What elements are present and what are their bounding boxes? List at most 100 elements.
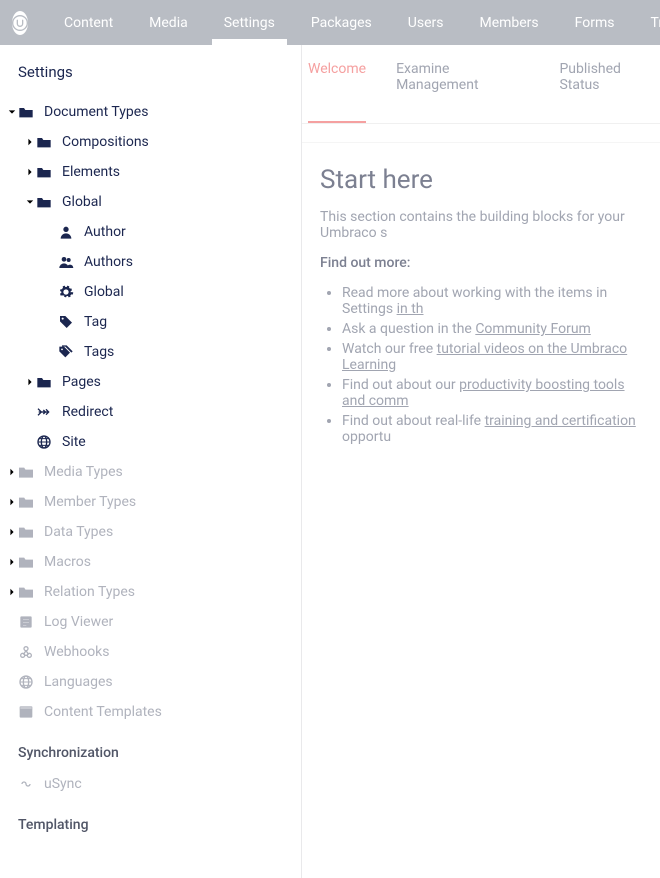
tree-item-webhooks[interactable]: Webhooks xyxy=(0,637,301,667)
folder-icon xyxy=(18,464,34,480)
tree-item-label: Relation Types xyxy=(44,584,135,600)
tree-item-macros[interactable]: Macros xyxy=(0,547,301,577)
caret-right-icon[interactable] xyxy=(8,588,16,596)
tree-item-content-templates[interactable]: Content Templates xyxy=(0,697,301,727)
tree-item-tags[interactable]: Tags xyxy=(0,337,301,367)
topnav-forms[interactable]: Forms xyxy=(557,0,633,45)
tree-item-label: Site xyxy=(62,434,86,450)
topnav-packages[interactable]: Packages xyxy=(293,0,390,45)
tree-item-label: Macros xyxy=(44,554,91,570)
welcome-panel: Start here This section contains the bui… xyxy=(302,142,660,471)
caret-right-icon[interactable] xyxy=(26,168,34,176)
caret-right-icon[interactable] xyxy=(8,498,16,506)
folder-icon xyxy=(18,524,34,540)
tree-item-member-types[interactable]: Member Types xyxy=(0,487,301,517)
tree-item-tag[interactable]: Tag xyxy=(0,307,301,337)
bullet-item: Ask a question in the Community Forum xyxy=(342,321,642,337)
users-icon xyxy=(58,254,74,270)
tree-item-label: Tag xyxy=(84,314,107,330)
tree-item-compositions[interactable]: Compositions xyxy=(0,127,301,157)
caret-down-icon[interactable] xyxy=(26,198,34,206)
tree-item-pages[interactable]: Pages xyxy=(0,367,301,397)
panel-intro: This section contains the building block… xyxy=(320,209,642,241)
panel-findout: Find out more: xyxy=(320,255,642,271)
folder-icon xyxy=(36,194,52,210)
bullet-link[interactable]: in th xyxy=(397,301,424,317)
tree-item-label: Document Types xyxy=(44,104,148,120)
tree-item-label: Log Viewer xyxy=(44,614,113,630)
sidebar: Settings Document TypesCompositionsEleme… xyxy=(0,45,302,878)
topnav-content[interactable]: Content xyxy=(46,0,131,45)
folder-icon xyxy=(18,494,34,510)
caret-right-icon[interactable] xyxy=(26,378,34,386)
folder-icon xyxy=(18,104,34,120)
section-templating: Templating xyxy=(0,799,301,841)
tree-item-label: uSync xyxy=(44,776,82,792)
tree-item-usync[interactable]: uSync xyxy=(0,769,301,799)
panel-bullets: Read more about working with the items i… xyxy=(320,285,642,445)
tree-item-media-types[interactable]: Media Types xyxy=(0,457,301,487)
tree-item-author[interactable]: Author xyxy=(0,217,301,247)
tree-item-site[interactable]: Site xyxy=(0,427,301,457)
tree-item-label: Global xyxy=(84,284,124,300)
topnav-translation[interactable]: Translation xyxy=(632,0,660,45)
bullet-link[interactable]: training and certification xyxy=(485,413,636,429)
tree-item-label: Media Types xyxy=(44,464,123,480)
tree-item-label: Member Types xyxy=(44,494,136,510)
folder-icon xyxy=(18,554,34,570)
caret-right-icon[interactable] xyxy=(26,138,34,146)
tree-item-label: Elements xyxy=(62,164,120,180)
tree-item-data-types[interactable]: Data Types xyxy=(0,517,301,547)
globe-icon xyxy=(18,674,34,690)
tree-item-label: Data Types xyxy=(44,524,113,540)
tree-item-label: Pages xyxy=(62,374,101,390)
template-icon xyxy=(18,704,34,720)
bullet-item: Read more about working with the items i… xyxy=(342,285,642,317)
tree-item-log-viewer[interactable]: Log Viewer xyxy=(0,607,301,637)
tree-item-relation-types[interactable]: Relation Types xyxy=(0,577,301,607)
bullet-item: Find out about our productivity boosting… xyxy=(342,377,642,409)
tabs: Welcome Examine Management Published Statu… xyxy=(302,45,660,124)
tree-item-global[interactable]: Global xyxy=(0,277,301,307)
tab-welcome[interactable]: Welcome xyxy=(308,61,366,107)
log-icon xyxy=(18,614,34,630)
tree-item-label: Redirect xyxy=(62,404,113,420)
tree-item-global[interactable]: Global xyxy=(0,187,301,217)
bullet-item: Find out about real-life training and ce… xyxy=(342,413,642,445)
bullet-item: Watch our free tutorial videos on the Um… xyxy=(342,341,642,373)
tree-item-redirect[interactable]: Redirect xyxy=(0,397,301,427)
topnav-settings[interactable]: Settings xyxy=(206,0,293,45)
webhook-icon xyxy=(18,644,34,660)
folder-icon xyxy=(36,374,52,390)
tree-item-document-types[interactable]: Document Types xyxy=(0,97,301,127)
tree-item-elements[interactable]: Elements xyxy=(0,157,301,187)
tree-item-label: Tags xyxy=(84,344,114,360)
tree-item-languages[interactable]: Languages xyxy=(0,667,301,697)
tree-sync: uSync xyxy=(0,769,301,799)
tree-item-label: Author xyxy=(84,224,126,240)
content: Welcome Examine Management Published Statu… xyxy=(302,45,660,878)
user-icon xyxy=(58,224,74,240)
tab-published-status[interactable]: Published Status xyxy=(559,61,660,107)
tags-icon xyxy=(58,344,74,360)
tree-item-label: Webhooks xyxy=(44,644,110,660)
topnav-media[interactable]: Media xyxy=(131,0,206,45)
tree-item-authors[interactable]: Authors xyxy=(0,247,301,277)
caret-right-icon[interactable] xyxy=(8,528,16,536)
globe-icon xyxy=(36,434,52,450)
topnav-users[interactable]: Users xyxy=(390,0,462,45)
tree-item-label: Compositions xyxy=(62,134,149,150)
topbar: ContentMediaSettingsPackagesUsersMembers… xyxy=(0,0,660,45)
umbraco-logo[interactable] xyxy=(12,11,28,35)
bullet-link[interactable]: Community Forum xyxy=(475,321,591,337)
tab-examine-management[interactable]: Examine Management xyxy=(396,61,529,107)
topnav-members[interactable]: Members xyxy=(461,0,556,45)
gear-icon xyxy=(58,284,74,300)
section-sync: Synchronization xyxy=(0,727,301,769)
caret-down-icon[interactable] xyxy=(8,108,16,116)
tree: Document Types Compositions Elements Global… xyxy=(0,97,301,727)
caret-right-icon[interactable] xyxy=(8,558,16,566)
redirect-icon xyxy=(36,404,52,420)
caret-right-icon[interactable] xyxy=(8,468,16,476)
tree-item-label: Languages xyxy=(44,674,113,690)
